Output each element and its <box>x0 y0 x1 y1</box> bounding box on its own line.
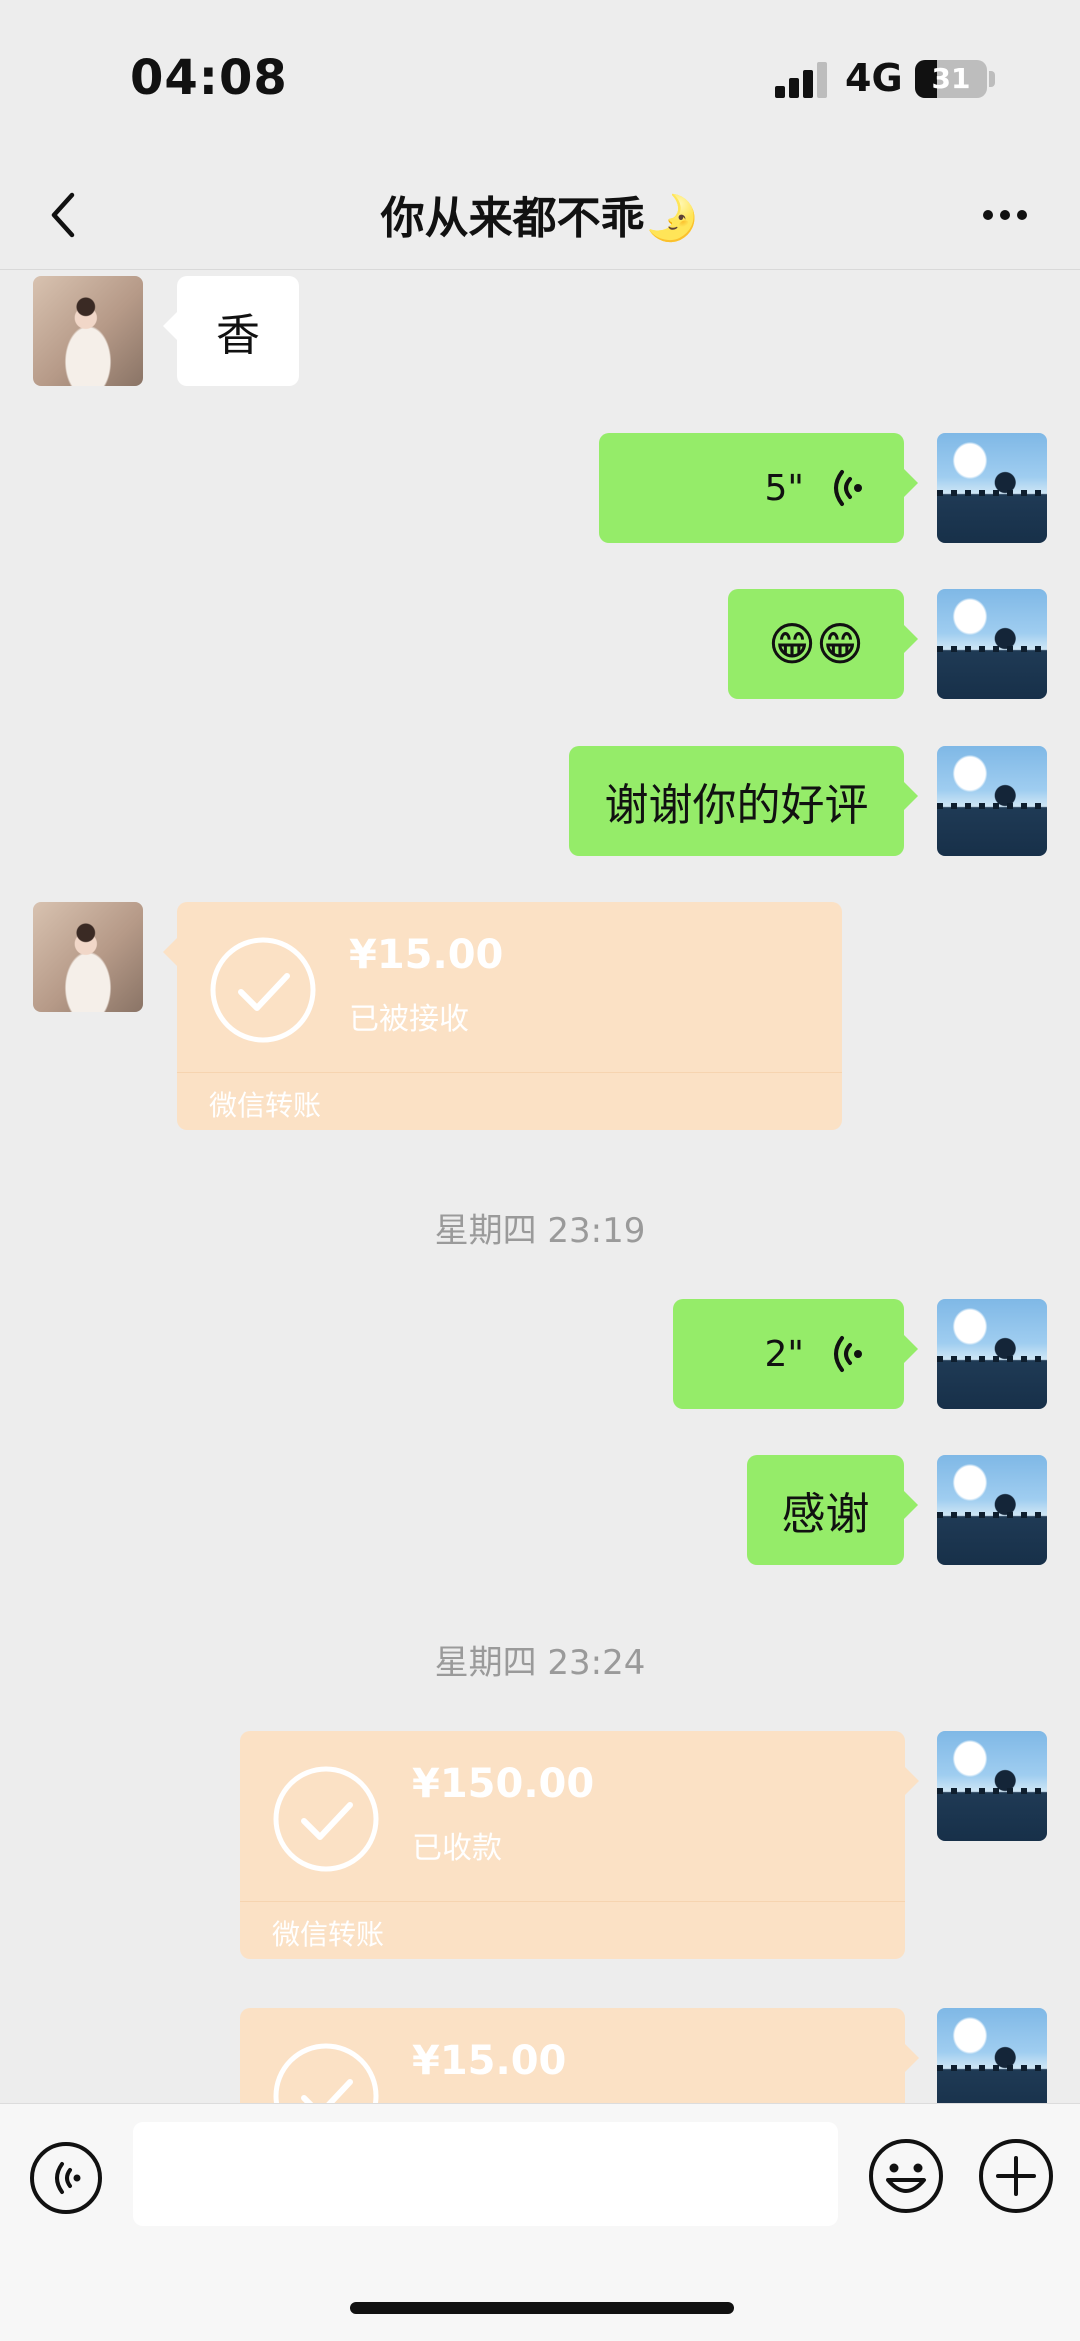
timestamp: 星期四 23:24 <box>434 1643 646 1683</box>
more-button[interactable] <box>975 190 1035 240</box>
my-avatar[interactable] <box>937 2008 1047 2103</box>
my-avatar[interactable] <box>937 1455 1047 1565</box>
message-list[interactable]: 香 5" 😁😁 谢谢你的好评 ¥15.00 已被接收 微信转账 星期四 23:1… <box>0 271 1080 2103</box>
message-input[interactable] <box>133 2122 838 2226</box>
my-avatar[interactable] <box>937 1731 1047 1841</box>
check-circle-icon <box>210 937 316 1043</box>
emoji-button[interactable] <box>866 2136 946 2216</box>
battery-cap <box>989 71 995 87</box>
plus-icon <box>979 2139 1053 2213</box>
more-actions-button[interactable] <box>976 2136 1056 2216</box>
home-indicator[interactable] <box>350 2302 734 2314</box>
composer-bar <box>0 2103 1080 2341</box>
transfer-card[interactable]: ¥150.00 已收款 微信转账 <box>240 1731 919 1959</box>
back-button[interactable] <box>40 185 100 245</box>
message-bubble[interactable]: 感谢 <box>747 1455 918 1565</box>
voice-wave-icon <box>834 1336 862 1372</box>
status-time: 04:08 <box>130 50 288 106</box>
voice-toggle-button[interactable] <box>28 2140 104 2216</box>
status-bar: 04:08 4G 31 <box>0 0 1080 160</box>
voice-message[interactable]: 2" <box>673 1299 918 1409</box>
back-arrow-icon <box>51 192 75 238</box>
transfer-status: 已被接收 <box>349 1002 469 1037</box>
transfer-brand: 微信转账 <box>272 1918 385 1951</box>
timestamp: 星期四 23:19 <box>434 1211 646 1251</box>
signal-icon <box>775 62 831 98</box>
transfer-brand: 微信转账 <box>209 1089 322 1122</box>
voice-toggle-icon <box>30 2142 102 2214</box>
transfer-amount: ¥15.00 <box>349 932 504 978</box>
network-label: 4G <box>845 56 903 100</box>
transfer-card[interactable]: ¥15.00 已被接收 微信转账 <box>163 902 842 1130</box>
my-avatar[interactable] <box>937 746 1047 856</box>
my-avatar[interactable] <box>937 589 1047 699</box>
check-circle-icon <box>273 1766 379 1872</box>
transfer-amount: ¥150.00 <box>412 1761 595 1807</box>
chat-header: 你从来都不乖🌛 <box>0 160 1080 270</box>
battery-level: 31 <box>931 62 971 95</box>
battery-icon: 31 <box>915 60 987 98</box>
voice-duration: 2" <box>764 1333 804 1375</box>
message-text: 香 <box>216 310 260 361</box>
emoji-message[interactable]: 😁😁 <box>728 589 918 699</box>
transfer-divider <box>177 1072 842 1073</box>
voice-duration: 5" <box>764 467 804 509</box>
message-text: 谢谢你的好评 <box>604 780 869 831</box>
voice-message[interactable]: 5" <box>599 433 918 543</box>
emoji-icon <box>869 2139 943 2213</box>
emoji-text: 😁😁 <box>768 617 864 671</box>
contact-avatar[interactable] <box>33 276 143 386</box>
chat-title: 你从来都不乖🌛 <box>380 193 700 244</box>
contact-avatar[interactable] <box>33 902 143 1012</box>
message-bubble[interactable]: 谢谢你的好评 <box>569 746 918 856</box>
transfer-status: 已收款 <box>412 1831 502 1866</box>
check-circle-icon <box>273 2043 379 2103</box>
message-bubble[interactable]: 香 <box>163 276 299 386</box>
transfer-card[interactable]: ¥15.00 <box>240 2008 919 2103</box>
my-avatar[interactable] <box>937 1299 1047 1409</box>
transfer-amount: ¥15.00 <box>412 2038 567 2084</box>
my-avatar[interactable] <box>937 433 1047 543</box>
voice-wave-icon <box>834 470 862 506</box>
message-text: 感谢 <box>781 1489 870 1540</box>
transfer-divider <box>240 1901 905 1902</box>
